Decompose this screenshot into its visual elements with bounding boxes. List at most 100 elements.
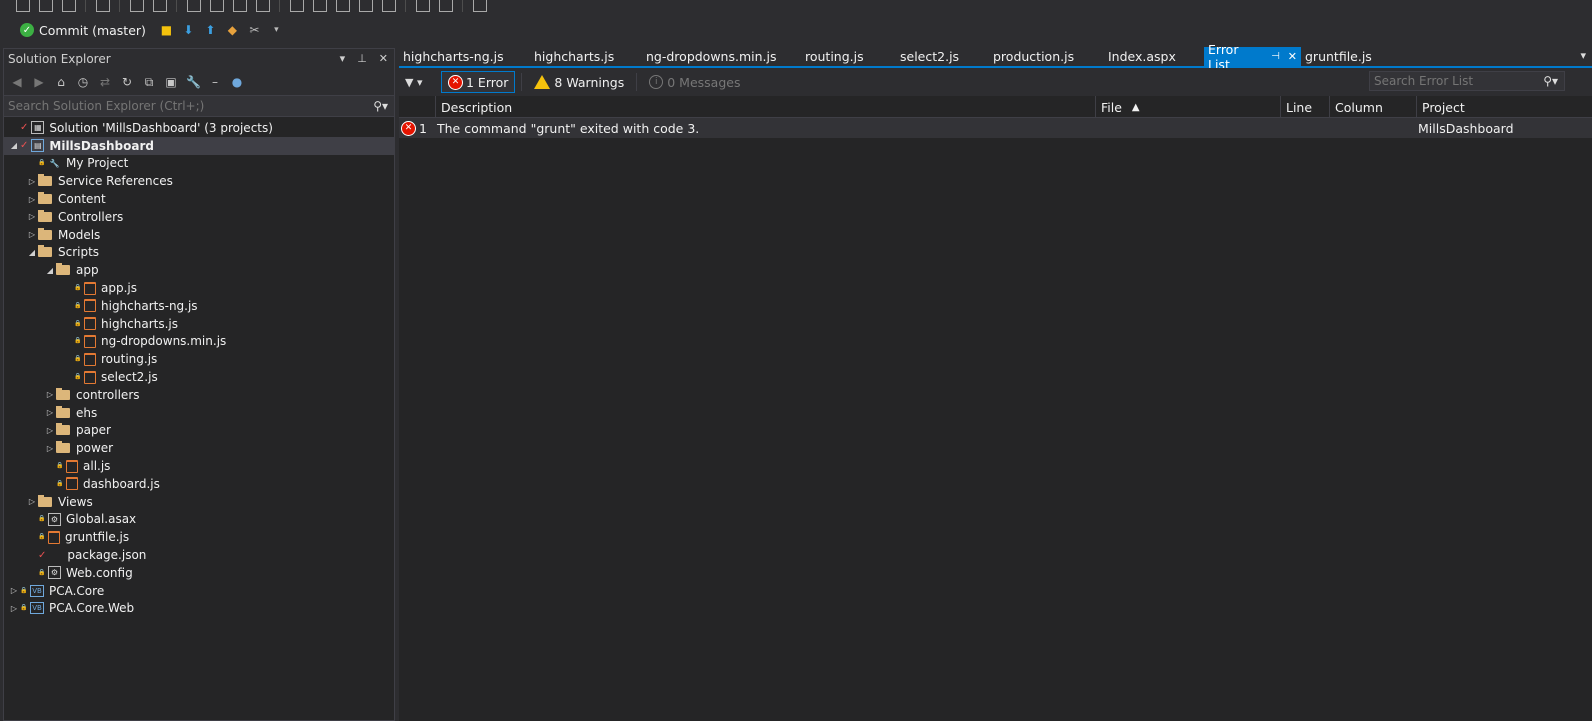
filter-icon[interactable]: ▼ ▾ bbox=[405, 76, 441, 89]
folder-icon[interactable]: ■ bbox=[160, 23, 173, 37]
tree-item[interactable]: ▷ ehs bbox=[4, 404, 394, 422]
table-row[interactable]: ✕ 1 The command "grunt" exited with code… bbox=[399, 118, 1592, 138]
tree-item[interactable]: 🔒 app.js bbox=[4, 279, 394, 297]
tree-item[interactable]: ▷ 🔒 VB PCA.Core.Web bbox=[4, 600, 394, 618]
history-icon[interactable]: ◷ bbox=[76, 75, 90, 89]
sum-icon[interactable] bbox=[473, 0, 487, 12]
tree-item[interactable]: ▷ Service References bbox=[4, 172, 394, 190]
tab-error-list[interactable]: Error List ⊣ ✕ bbox=[1204, 42, 1301, 72]
column-header-column[interactable]: Column bbox=[1329, 96, 1416, 118]
tree-item[interactable]: ✓ package.json bbox=[4, 546, 394, 564]
push-up-icon[interactable]: ⬆ bbox=[204, 23, 217, 37]
expand-arrow-icon[interactable]: ▷ bbox=[8, 586, 20, 595]
tab-routing-js[interactable]: routing.js bbox=[801, 47, 896, 66]
xml-icon[interactable] bbox=[439, 0, 453, 12]
tab-overflow-chevron-icon[interactable]: ▾ bbox=[1580, 49, 1586, 62]
column-header-file[interactable]: File ▲ bbox=[1095, 96, 1280, 118]
dropdown-chevron-icon[interactable]: ▾ bbox=[340, 52, 346, 65]
tree-item[interactable]: ▷ paper bbox=[4, 422, 394, 440]
warnings-filter-button[interactable]: 8 Warnings bbox=[528, 71, 630, 93]
list-outdent-icon[interactable] bbox=[153, 0, 167, 12]
back-icon[interactable]: ◀ bbox=[10, 75, 24, 89]
tree-item[interactable]: 🔒 all.js bbox=[4, 457, 394, 475]
collapse-arrow-icon[interactable]: ◢ bbox=[8, 141, 20, 150]
tree-item[interactable]: 🔒 dashboard.js bbox=[4, 475, 394, 493]
home-icon[interactable]: ⌂ bbox=[54, 75, 68, 89]
tools-icon[interactable]: ✂ bbox=[248, 23, 261, 37]
commit-button[interactable]: Commit (master) bbox=[39, 23, 146, 38]
show-all-files-icon[interactable]: ▣ bbox=[164, 75, 178, 89]
tab-production-js[interactable]: production.js bbox=[989, 47, 1104, 66]
expand-arrow-icon[interactable]: ▷ bbox=[44, 444, 56, 453]
tab-highcharts-js[interactable]: highcharts.js bbox=[530, 47, 642, 66]
collapse-arrow-icon[interactable]: ◢ bbox=[26, 248, 38, 257]
tree-item[interactable]: 🔒 🔧 My Project bbox=[4, 155, 394, 173]
tab-select2-js[interactable]: select2.js bbox=[896, 47, 989, 66]
tree-item[interactable]: ◢ Scripts bbox=[4, 244, 394, 262]
expand-arrow-icon[interactable]: ▷ bbox=[44, 408, 56, 417]
errors-filter-button[interactable]: ✕ 1 Error bbox=[441, 71, 516, 93]
refresh-icon[interactable]: ↻ bbox=[120, 75, 134, 89]
column-header-icon[interactable] bbox=[399, 96, 435, 118]
tree-item[interactable]: ▷ Views bbox=[4, 493, 394, 511]
breakpoint-icon[interactable] bbox=[313, 0, 327, 12]
debug-2-icon[interactable] bbox=[382, 0, 396, 12]
pin-icon[interactable]: ⊣ bbox=[1271, 51, 1280, 62]
column-header-description[interactable]: Description bbox=[435, 96, 1095, 118]
expand-arrow-icon[interactable]: ▷ bbox=[26, 195, 38, 204]
expand-arrow-icon[interactable]: ▷ bbox=[44, 426, 56, 435]
html-icon[interactable] bbox=[416, 0, 430, 12]
minus-icon[interactable]: – bbox=[208, 75, 222, 89]
overflow-chevron-icon[interactable]: ▾ bbox=[270, 24, 283, 36]
search-icon[interactable]: ⚲▾ bbox=[373, 99, 388, 113]
debug-icon[interactable] bbox=[359, 0, 373, 12]
close-icon[interactable]: ✕ bbox=[1288, 50, 1297, 63]
expand-arrow-icon[interactable]: ▷ bbox=[8, 604, 20, 613]
tree-item[interactable]: ▷ controllers bbox=[4, 386, 394, 404]
save-all-icon[interactable] bbox=[39, 0, 53, 12]
tree-item[interactable]: ▷ Controllers bbox=[4, 208, 394, 226]
expand-arrow-icon[interactable]: ▷ bbox=[44, 390, 56, 399]
expand-arrow-icon[interactable]: ▷ bbox=[26, 177, 38, 186]
save-icon[interactable] bbox=[62, 0, 76, 12]
collapse-all-icon[interactable]: ⧉ bbox=[142, 75, 156, 90]
list-indent-icon[interactable] bbox=[130, 0, 144, 12]
tree-item[interactable]: 🔒 select2.js bbox=[4, 368, 394, 386]
tree-item[interactable]: 🔒 ⚙ Web.config bbox=[4, 564, 394, 582]
step-icon[interactable] bbox=[336, 0, 350, 12]
error-list-search[interactable]: ⚲▾ bbox=[1369, 71, 1565, 91]
tree-item[interactable]: ◢ ✓ ▤ MillsDashboard bbox=[4, 136, 394, 155]
forward-icon[interactable]: ▶ bbox=[32, 75, 46, 89]
tree-item[interactable]: ◢ app bbox=[4, 261, 394, 279]
expand-arrow-icon[interactable]: ▷ bbox=[26, 212, 38, 221]
bookmark-next-icon[interactable] bbox=[256, 0, 270, 12]
tab-highcharts-ng-js[interactable]: highcharts-ng.js bbox=[399, 47, 530, 66]
tab-ng-dropdowns-min-js[interactable]: ng-dropdowns.min.js bbox=[642, 47, 801, 66]
tree-item[interactable]: 🔒 gruntfile.js bbox=[4, 528, 394, 546]
tree-item[interactable]: 🔒 highcharts-ng.js bbox=[4, 297, 394, 315]
bookmark-icon[interactable] bbox=[233, 0, 247, 12]
tree-item[interactable]: ▷ Models bbox=[4, 226, 394, 244]
column-header-line[interactable]: Line bbox=[1280, 96, 1329, 118]
branch-icon[interactable]: ◆ bbox=[226, 23, 239, 37]
sync-icon[interactable]: ⇄ bbox=[98, 75, 112, 89]
tree-item[interactable]: ▷ Content bbox=[4, 190, 394, 208]
column-header-project[interactable]: Project bbox=[1416, 96, 1565, 118]
find-icon[interactable] bbox=[290, 0, 304, 12]
solution-explorer-search[interactable]: ⚲▾ bbox=[4, 95, 394, 117]
tree-item[interactable]: ▷ 🔒 VB PCA.Core bbox=[4, 582, 394, 600]
tab-gruntfile-js[interactable]: gruntfile.js bbox=[1301, 47, 1381, 66]
tree-item[interactable]: ▷ power bbox=[4, 439, 394, 457]
open-file-icon[interactable] bbox=[16, 0, 30, 12]
close-icon[interactable]: ✕ bbox=[379, 52, 388, 65]
tree-item[interactable]: 🔒 routing.js bbox=[4, 350, 394, 368]
properties-icon[interactable]: 🔧 bbox=[186, 75, 201, 89]
tree-item[interactable]: 🔒 ng-dropdowns.min.js bbox=[4, 333, 394, 351]
collapse-arrow-icon[interactable]: ◢ bbox=[44, 266, 56, 275]
pin-icon[interactable]: ⊥ bbox=[357, 52, 367, 65]
messages-filter-button[interactable]: i 0 Messages bbox=[643, 71, 746, 93]
preview-icon[interactable]: ● bbox=[230, 75, 244, 89]
error-list-search-input[interactable] bbox=[1370, 72, 1564, 90]
solution-explorer-search-input[interactable] bbox=[4, 96, 394, 116]
tree-item[interactable]: ✓ ▦ Solution 'MillsDashboard' (3 projects) bbox=[4, 119, 394, 137]
